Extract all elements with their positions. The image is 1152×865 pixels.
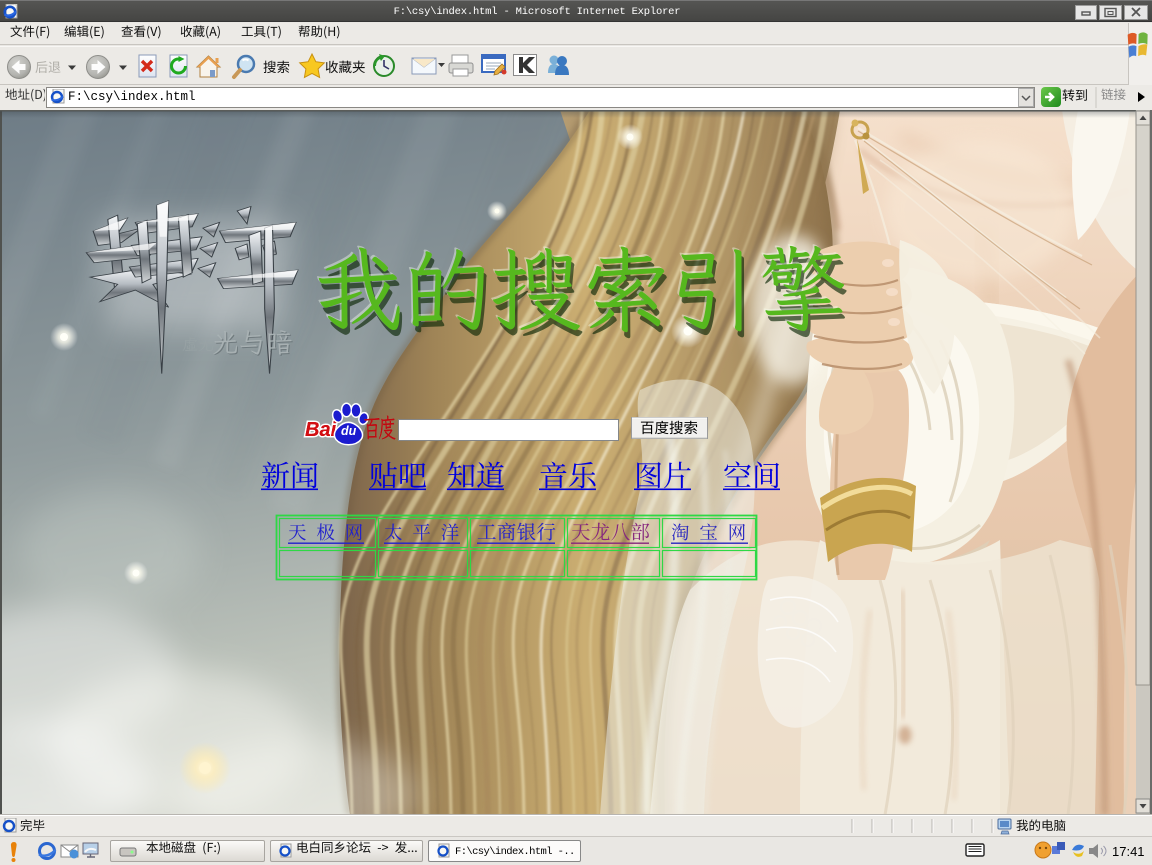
svg-text:Bai: Bai (305, 419, 337, 441)
svg-text:du: du (341, 424, 357, 438)
